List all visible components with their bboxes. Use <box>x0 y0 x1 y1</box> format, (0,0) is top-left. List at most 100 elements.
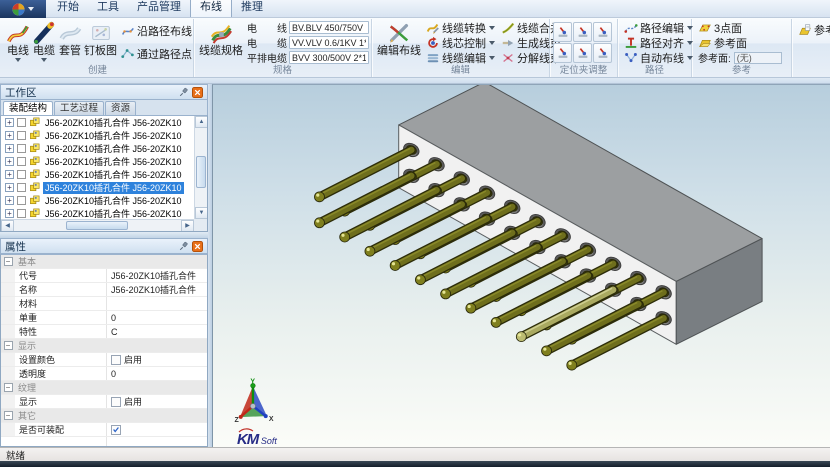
tree-horizontal-scrollbar[interactable]: ◀ ▶ <box>1 219 194 231</box>
tree-checkbox[interactable] <box>17 157 26 166</box>
workspace-tab-工艺过程[interactable]: 工艺过程 <box>54 101 104 115</box>
path-edit-button[interactable]: 路径编辑 <box>622 21 695 35</box>
property-value[interactable] <box>107 297 207 310</box>
close-icon[interactable] <box>192 87 203 98</box>
property-value[interactable]: 0 <box>107 367 207 380</box>
tree-expander-icon[interactable]: + <box>5 196 14 205</box>
workspace-tab-资源[interactable]: 资源 <box>105 101 136 115</box>
cable-spec-input[interactable] <box>289 36 369 49</box>
tree-checkbox[interactable] <box>17 144 26 153</box>
tree-row[interactable]: +J56-20ZK10插孔合件 J56-20ZK10 <box>1 142 207 155</box>
connector-pin[interactable] <box>365 198 469 256</box>
tab-开始[interactable]: 开始 <box>48 0 88 17</box>
property-value[interactable] <box>107 423 207 436</box>
tree-row[interactable]: +J56-20ZK10插孔合件 J56-20ZK10 <box>1 129 207 142</box>
property-value[interactable]: J56-20ZK10插孔合件 <box>107 283 207 296</box>
tree-checkbox[interactable] <box>17 131 26 140</box>
reference-manage-button[interactable]: 参考管理 <box>796 23 830 37</box>
cable-spec-button[interactable]: 线缆规格 <box>197 20 245 65</box>
tree-checkbox[interactable] <box>17 183 26 192</box>
tab-推理[interactable]: 推理 <box>232 0 272 17</box>
scroll-right-icon[interactable]: ▶ <box>181 220 194 232</box>
tree-expander-icon[interactable]: + <box>5 131 14 140</box>
tree-checkbox[interactable] <box>17 118 26 127</box>
scroll-up-icon[interactable]: ▲ <box>195 116 208 128</box>
pin-icon[interactable] <box>178 87 189 98</box>
property-row[interactable]: 代号J56-20ZK10插孔合件 <box>1 269 207 283</box>
property-row[interactable]: 是否可装配 <box>1 423 207 437</box>
checkbox[interactable] <box>111 425 121 435</box>
property-row[interactable]: 设置颜色启用 <box>1 353 207 367</box>
tree-row[interactable]: +J56-20ZK10插孔合件 J56-20ZK10 <box>1 168 207 181</box>
property-value[interactable]: C <box>107 325 207 338</box>
app-menu-button[interactable] <box>0 0 46 18</box>
route-along-path-button[interactable]: 沿路径布线 <box>119 24 194 38</box>
connector-pin[interactable] <box>491 269 595 327</box>
checkbox[interactable] <box>111 397 121 407</box>
clamp-button-6[interactable] <box>593 43 612 63</box>
tree-checkbox[interactable] <box>17 196 26 205</box>
tree-expander-icon[interactable]: + <box>5 157 14 166</box>
connector-pin[interactable] <box>340 184 444 242</box>
viewport-3d[interactable]: YZXKMSoft <box>212 84 830 447</box>
clamp-button-4[interactable] <box>553 43 572 63</box>
property-row[interactable]: 透明度0 <box>1 367 207 381</box>
tree-expander-icon[interactable]: + <box>5 118 14 127</box>
three-point-plane-button[interactable]: 3点面 <box>696 21 782 35</box>
property-row[interactable]: 名称J56-20ZK10插孔合件 <box>1 283 207 297</box>
tree-checkbox[interactable] <box>17 209 26 218</box>
tab-布线[interactable]: 布线 <box>190 0 232 17</box>
property-row[interactable]: 材料 <box>1 297 207 311</box>
tab-产品管理[interactable]: 产品管理 <box>128 0 190 17</box>
property-value[interactable]: 0 <box>107 311 207 324</box>
properties-pin-icon[interactable] <box>178 241 189 252</box>
property-value[interactable]: J56-20ZK10插孔合件 <box>107 269 207 282</box>
property-row[interactable]: 显示启用 <box>1 395 207 409</box>
property-category[interactable]: −纹理 <box>1 381 207 395</box>
connector-pin[interactable] <box>415 227 519 285</box>
edit-routing-button[interactable]: 编辑布线 <box>375 20 423 65</box>
path-align-button[interactable]: 路径对齐 <box>622 36 695 50</box>
scroll-left-icon[interactable]: ◀ <box>1 220 14 232</box>
connector-pin[interactable] <box>516 283 620 341</box>
property-category[interactable]: −其它 <box>1 409 207 423</box>
pegboard-button[interactable]: 钉板图 <box>83 20 118 65</box>
tree-row[interactable]: +J56-20ZK10插孔合件 J56-20ZK10 <box>1 181 207 194</box>
property-value[interactable]: 启用 <box>107 353 207 366</box>
connector-pin[interactable] <box>390 212 494 270</box>
property-category[interactable]: −显示 <box>1 339 207 353</box>
clamp-button-2[interactable] <box>573 22 592 42</box>
tree-expander-icon[interactable]: + <box>5 209 14 218</box>
vertical-scroll-thumb[interactable] <box>196 156 206 188</box>
reference-plane-button[interactable]: 参考面 <box>696 36 782 50</box>
properties-close-icon[interactable] <box>192 241 203 252</box>
3d-scene[interactable]: YZXKMSoft <box>213 85 830 447</box>
checkbox[interactable] <box>111 355 121 365</box>
tree-expander-icon[interactable]: + <box>5 144 14 153</box>
clamp-button-3[interactable] <box>593 22 612 42</box>
tree-expander-icon[interactable]: + <box>5 170 14 179</box>
collapse-icon[interactable]: − <box>4 257 13 266</box>
property-row[interactable]: 单重0 <box>1 311 207 325</box>
property-value[interactable]: 启用 <box>107 395 207 408</box>
cable-button[interactable]: 电缆 <box>31 20 57 65</box>
property-row[interactable]: 特性C <box>1 325 207 339</box>
property-category[interactable]: −基本 <box>1 255 207 269</box>
tree-row[interactable]: +J56-20ZK10插孔合件 J56-20ZK10 <box>1 194 207 207</box>
clamp-button-5[interactable] <box>573 43 592 63</box>
tab-工具[interactable]: 工具 <box>88 0 128 17</box>
workspace-tab-装配结构[interactable]: 装配结构 <box>3 101 53 115</box>
wire-spec-input[interactable] <box>289 21 369 34</box>
collapse-icon[interactable]: − <box>4 383 13 392</box>
tree-vertical-scrollbar[interactable]: ▲ ▼ <box>194 116 207 219</box>
tree-row[interactable]: +J56-20ZK10插孔合件 J56-20ZK10 <box>1 116 207 129</box>
tree-expander-icon[interactable]: + <box>5 183 14 192</box>
tree-checkbox[interactable] <box>17 170 26 179</box>
horizontal-scroll-thumb[interactable] <box>66 221 128 230</box>
connector-pin[interactable] <box>314 170 418 228</box>
connector-pin[interactable] <box>466 255 570 313</box>
connector-pin[interactable] <box>542 298 646 356</box>
scroll-down-icon[interactable]: ▼ <box>195 207 208 219</box>
connector-pin[interactable] <box>441 241 545 299</box>
clamp-button-1[interactable] <box>553 22 572 42</box>
